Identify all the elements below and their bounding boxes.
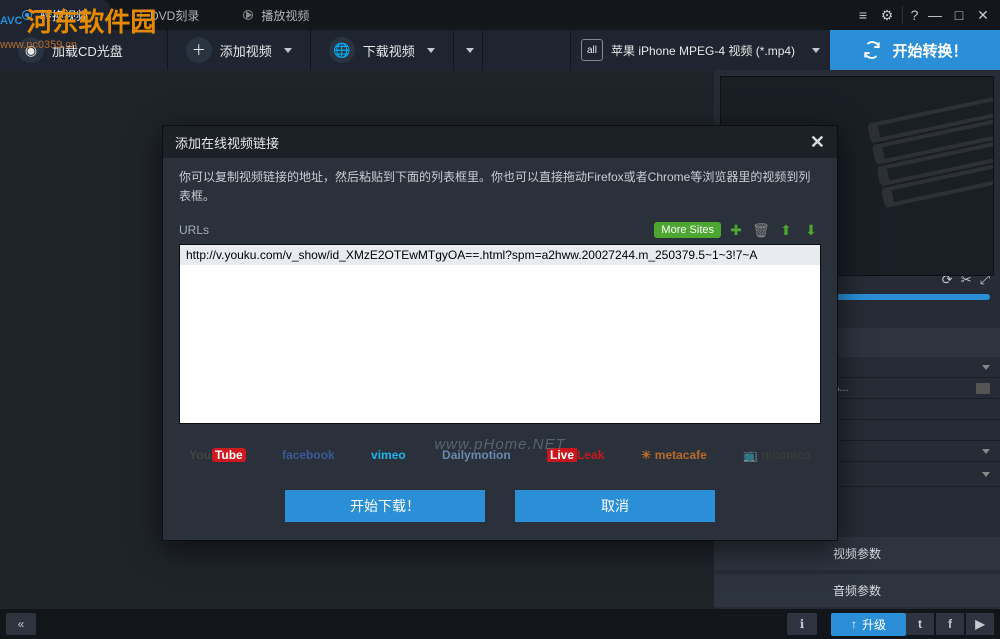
youtube-logo: YouTube [189, 448, 246, 462]
dialog-title: 添加在线视频链接 [175, 133, 279, 152]
more-sites-button[interactable]: More Sites [654, 222, 721, 238]
add-url-icon[interactable]: ✚ [726, 220, 746, 240]
liveleak-logo: LiveLeak [547, 448, 604, 462]
cancel-button[interactable]: 取消 [515, 490, 715, 522]
vimeo-logo: vimeo [371, 448, 406, 462]
close-icon[interactable]: ✕ [810, 132, 825, 153]
move-up-icon[interactable]: ⬆ [776, 220, 796, 240]
dialog-body: URLs More Sites ✚ 🗑 ⬆ ⬇ [163, 216, 837, 434]
facebook-logo: facebook [282, 448, 335, 462]
dialog-footer: 开始下载！ 取消 [163, 476, 837, 540]
url-list-header: URLs More Sites ✚ 🗑 ⬆ ⬇ [179, 220, 821, 240]
urls-label: URLs [179, 223, 209, 237]
supported-sites: YouTube facebook vimeo Dailymotion LiveL… [163, 434, 837, 476]
dialog-header: 添加在线视频链接 ✕ [163, 126, 837, 158]
niconico-logo: 📺 niconico [743, 448, 811, 462]
start-download-button[interactable]: 开始下载！ [285, 490, 485, 522]
move-down-icon[interactable]: ⬇ [801, 220, 821, 240]
dailymotion-logo: Dailymotion [442, 448, 511, 462]
add-url-dialog: 添加在线视频链接 ✕ 你可以复制视频链接的地址，然后粘贴到下面的列表框里。你也可… [162, 125, 838, 541]
url-list [179, 244, 821, 424]
delete-url-icon[interactable]: 🗑 [751, 220, 771, 240]
dialog-description: 你可以复制视频链接的地址，然后粘贴到下面的列表框里。你也可以直接拖动Firefo… [163, 158, 837, 216]
modal-overlay: 添加在线视频链接 ✕ 你可以复制视频链接的地址，然后粘贴到下面的列表框里。你也可… [0, 0, 1000, 639]
metacafe-logo: ☀ metacafe [641, 448, 707, 462]
url-input[interactable] [180, 245, 820, 265]
